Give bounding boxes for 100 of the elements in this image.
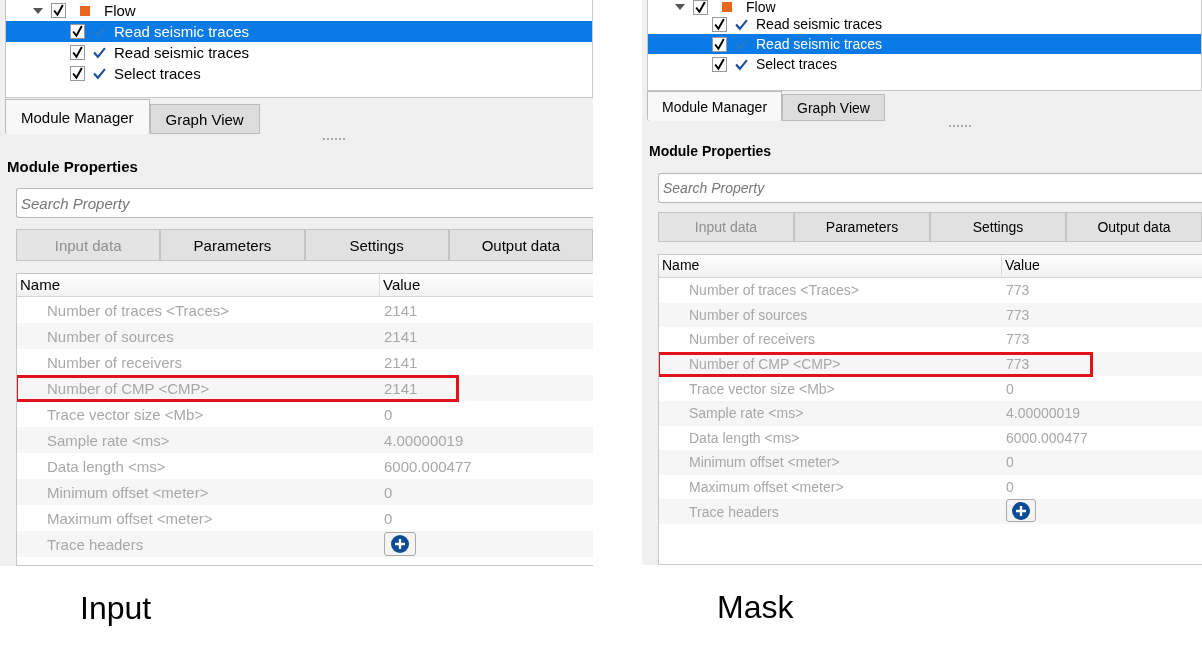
table-row[interactable]: Sample rate <ms> 4.00000019 [659, 400, 1202, 426]
property-name: Number of CMP <CMP> [47, 379, 210, 397]
property-name: Data length <ms> [689, 429, 800, 446]
caret-icon[interactable] [33, 5, 43, 16]
plus-icon [1011, 500, 1031, 521]
table-row[interactable]: Number of sources 773 [659, 302, 1202, 328]
checkbox[interactable] [51, 3, 66, 18]
property-tab[interactable]: Parameters [160, 229, 305, 261]
table-row[interactable]: Maximum offset <meter> 0 [17, 505, 593, 531]
property-name: Maximum offset <meter> [47, 509, 213, 527]
tree-item[interactable]: Flow [746, 0, 776, 15]
property-tab[interactable]: Output data [1066, 212, 1202, 242]
table-row[interactable]: Number of traces <Traces> 2141 [17, 297, 593, 323]
checkmark-icon [735, 57, 748, 71]
splitter-grip[interactable] [948, 125, 971, 129]
tree-item[interactable]: Read seismic traces [6, 42, 592, 63]
tree-item[interactable]: Read seismic traces [6, 21, 592, 42]
checkmark-icon [735, 17, 748, 31]
property-tab[interactable]: Settings [930, 212, 1066, 242]
property-value: 773 [1006, 306, 1030, 323]
property-name: Trace headers [689, 503, 779, 520]
checkbox[interactable] [712, 16, 727, 32]
table-row[interactable]: Maximum offset <meter> 0 [659, 474, 1202, 500]
property-name: Data length <ms> [47, 457, 166, 475]
table-row[interactable]: Data length <ms> 6000.000477 [17, 453, 593, 479]
table-row[interactable]: Minimum offset <meter> 0 [659, 450, 1202, 475]
view-tab[interactable]: Module Manager [647, 91, 783, 121]
table-row[interactable]: Trace vector size <Mb> 0 [17, 401, 593, 427]
table-row[interactable]: Minimum offset <meter> 0 [17, 479, 593, 505]
add-button[interactable] [1006, 499, 1036, 523]
property-name: Number of receivers [689, 331, 816, 348]
tree-item[interactable]: Read seismic traces [648, 14, 1201, 34]
column-header[interactable]: Name [659, 255, 1002, 277]
search-field[interactable]: Search Property [658, 173, 1202, 203]
column-header[interactable]: Value [380, 274, 424, 296]
view-tab[interactable]: Graph View [782, 94, 885, 121]
table-row[interactable]: Trace headers [17, 531, 593, 557]
view-tab[interactable]: Module Manager [5, 99, 150, 134]
view-tab[interactable]: Graph View [149, 104, 260, 134]
table-row[interactable]: Number of CMP <CMP> 773 [659, 351, 1202, 377]
section-heading: Module Properties [649, 143, 773, 161]
flow-icon [80, 5, 90, 16]
property-tab[interactable]: Settings [304, 229, 449, 261]
tree-item[interactable]: Select traces [6, 63, 592, 84]
property-value: 6000.000477 [1006, 429, 1088, 446]
caption: Mask [717, 589, 795, 626]
table-row[interactable]: Number of traces <Traces> 773 [659, 278, 1202, 303]
property-name: Trace headers [47, 535, 144, 553]
table-row[interactable]: Number of sources 2141 [17, 323, 593, 349]
property-value: 0 [1006, 380, 1014, 397]
property-value: 0 [1006, 454, 1014, 471]
property-value: 2141 [384, 301, 418, 319]
checkmark-icon [735, 37, 748, 51]
table-row[interactable]: Trace vector size <Mb> 0 [659, 376, 1202, 401]
property-value: 0 [384, 405, 393, 423]
property-name: Number of traces <Traces> [689, 282, 859, 299]
checkbox[interactable] [712, 36, 727, 52]
table-row[interactable]: Number of receivers 2141 [17, 349, 593, 375]
property-value: 2141 [384, 327, 418, 345]
checkbox[interactable] [70, 45, 85, 60]
tree-item[interactable]: Flow [104, 2, 136, 19]
column-header[interactable]: Name [17, 274, 380, 296]
property-value: 0 [1006, 479, 1014, 496]
checkbox[interactable] [70, 66, 85, 81]
table-row[interactable]: Trace headers [659, 499, 1202, 524]
tree-item[interactable]: Read seismic traces [648, 34, 1201, 54]
checkbox[interactable] [712, 56, 727, 72]
property-value: 773 [1006, 331, 1030, 348]
table-row[interactable]: Number of receivers 773 [659, 327, 1202, 352]
property-value: 2141 [384, 379, 418, 397]
property-tab[interactable]: Output data [448, 229, 593, 261]
table-row[interactable]: Sample rate <ms> 4.00000019 [17, 427, 593, 453]
property-name: Number of sources [47, 327, 174, 345]
tree-item[interactable]: Select traces [648, 54, 1201, 74]
checkbox[interactable] [693, 0, 708, 15]
property-name: Minimum offset <meter> [47, 483, 209, 501]
property-name: Number of sources [689, 306, 808, 323]
column-header[interactable]: Value [1002, 255, 1043, 277]
splitter-grip[interactable] [323, 138, 345, 142]
add-button[interactable] [384, 531, 416, 556]
search-field[interactable]: Search Property [16, 188, 593, 218]
property-name: Sample rate <ms> [689, 405, 804, 422]
property-value: 0 [384, 483, 393, 501]
caption: Input [80, 590, 153, 627]
property-name: Trace vector size <Mb> [689, 380, 835, 397]
property-name: Trace vector size <Mb> [47, 405, 204, 423]
property-tab[interactable]: Parameters [794, 212, 930, 242]
property-value: 4.00000019 [1006, 405, 1080, 422]
table-row[interactable]: Data length <ms> 6000.000477 [659, 425, 1202, 451]
property-name: Minimum offset <meter> [689, 454, 840, 471]
property-value: 773 [1006, 356, 1030, 373]
property-name: Number of receivers [47, 353, 183, 371]
caret-icon[interactable] [675, 2, 685, 12]
property-value: 6000.000477 [384, 457, 472, 475]
property-value: 2141 [384, 353, 418, 371]
table-row[interactable]: Number of CMP <CMP> 2141 [17, 375, 593, 401]
checkbox[interactable] [70, 24, 85, 39]
property-name: Maximum offset <meter> [689, 479, 844, 496]
property-value: 773 [1006, 282, 1030, 299]
property-value: 0 [384, 509, 393, 527]
